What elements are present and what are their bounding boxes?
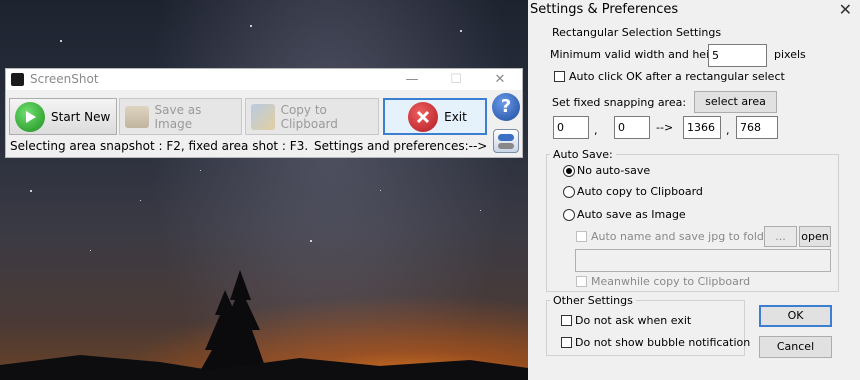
- close-icon[interactable]: ✕: [839, 0, 852, 19]
- meanwhile-copy-checkbox[interactable]: [576, 276, 587, 287]
- snap-x1-input[interactable]: 0: [553, 116, 589, 139]
- toggle-switch-icon: [498, 134, 514, 141]
- image-icon: [125, 105, 149, 128]
- cancel-button[interactable]: Cancel: [759, 336, 832, 358]
- snap-x2-input[interactable]: 1366: [683, 116, 721, 139]
- shortcut-hint: Selecting area snapshot : F2, fixed area…: [10, 139, 309, 153]
- save-as-image-button[interactable]: Save as Image: [119, 98, 242, 135]
- save-as-image-label: Save as Image: [154, 102, 202, 131]
- app-icon: [11, 73, 24, 86]
- auto-name-checkbox[interactable]: [576, 231, 587, 242]
- min-size-label: Minimum valid width and height:: [550, 48, 732, 61]
- window-title: ScreenShot: [30, 72, 99, 86]
- maximize-button[interactable]: ☐: [436, 69, 476, 90]
- comma-separator-2: ,: [726, 124, 730, 137]
- clipboard-icon: [251, 103, 275, 130]
- close-button[interactable]: ✕: [480, 69, 520, 90]
- snap-y2-input[interactable]: 768: [736, 116, 778, 139]
- meanwhile-copy-label: Meanwhile copy to Clipboard: [591, 275, 751, 288]
- min-size-input[interactable]: 5: [708, 44, 767, 67]
- auto-save-image-radio[interactable]: [563, 209, 575, 221]
- exit-x-icon: [408, 101, 439, 132]
- settings-window: Settings & Preferences ✕ Rectangular Sel…: [528, 0, 860, 380]
- folder-path-input[interactable]: [575, 249, 831, 272]
- arrow-separator: -->: [656, 121, 674, 134]
- open-folder-button[interactable]: open: [799, 226, 831, 247]
- start-new-button[interactable]: Start New: [9, 98, 117, 135]
- auto-copy-radio[interactable]: [563, 186, 575, 198]
- start-new-label: Start New: [51, 109, 111, 124]
- auto-copy-label: Auto copy to Clipboard: [577, 185, 703, 198]
- toggle-switch-icon-2: [498, 143, 514, 149]
- no-autosave-radio[interactable]: [563, 165, 575, 177]
- snap-area-label: Set fixed snapping area:: [552, 96, 687, 109]
- comma-separator: ,: [594, 124, 598, 137]
- ok-button[interactable]: OK: [759, 305, 832, 327]
- minimize-button[interactable]: —: [392, 69, 432, 90]
- snap-y1-input[interactable]: 0: [614, 116, 650, 139]
- settings-hint: Settings and preferences:-->: [314, 139, 488, 153]
- auto-ok-checkbox[interactable]: [554, 71, 565, 82]
- auto-name-label: Auto name and save jpg to folder:: [591, 230, 779, 243]
- select-area-button[interactable]: select area: [694, 91, 777, 113]
- no-ask-exit-checkbox[interactable]: [561, 315, 572, 326]
- screenshot-window: ScreenShot — ☐ ✕ Start New Save as Image…: [5, 68, 523, 158]
- other-settings-label: Other Settings: [550, 294, 636, 307]
- copy-to-clipboard-label: Copy to Clipboard: [280, 102, 338, 131]
- pixels-unit-label: pixels: [774, 48, 806, 61]
- no-ask-exit-label: Do not ask when exit: [575, 314, 692, 327]
- settings-title: Settings & Preferences: [530, 2, 679, 17]
- rect-group-label: Rectangular Selection Settings: [549, 26, 725, 39]
- help-button[interactable]: ?: [492, 93, 520, 121]
- no-bubble-label: Do not show bubble notification: [575, 336, 751, 349]
- no-bubble-checkbox[interactable]: [561, 337, 572, 348]
- copy-to-clipboard-button[interactable]: Copy to Clipboard: [245, 98, 379, 135]
- browse-folder-button[interactable]: ...: [764, 226, 797, 247]
- exit-button[interactable]: Exit: [383, 98, 487, 135]
- auto-save-image-label: Auto save as Image: [577, 208, 686, 221]
- play-icon: [15, 101, 45, 132]
- exit-label: Exit: [444, 109, 467, 124]
- tree-silhouette: [0, 270, 528, 380]
- no-autosave-label: No auto-save: [577, 164, 651, 177]
- autosave-group-label: Auto Save:: [550, 148, 616, 161]
- screenshot-titlebar: ScreenShot — ☐ ✕: [6, 69, 522, 90]
- settings-toggle-button[interactable]: [493, 129, 519, 153]
- auto-ok-label: Auto click OK after a rectangular select: [569, 70, 785, 83]
